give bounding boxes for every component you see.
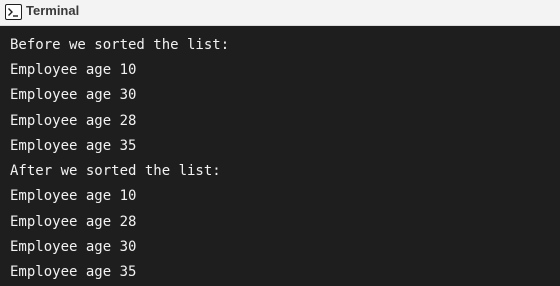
console-line: Employee age 35 [10,138,137,154]
console-line: Employee age 10 [10,188,137,204]
console-line: Employee age 35 [10,264,137,280]
console-line: After we sorted the list: [10,163,221,179]
console-line: Before we sorted the list: [10,37,230,53]
window-title: Terminal [26,3,80,18]
console-line: Employee age 28 [10,113,137,129]
terminal-icon [5,4,22,20]
title-bar: Terminal [0,0,560,26]
console-line: Employee age 28 [10,214,137,230]
console-line: Employee age 30 [10,87,137,103]
console-output[interactable]: Before we sorted the list: Employee age … [0,26,560,286]
console-line: Employee age 30 [10,239,137,255]
console-line: Employee age 10 [10,62,137,78]
